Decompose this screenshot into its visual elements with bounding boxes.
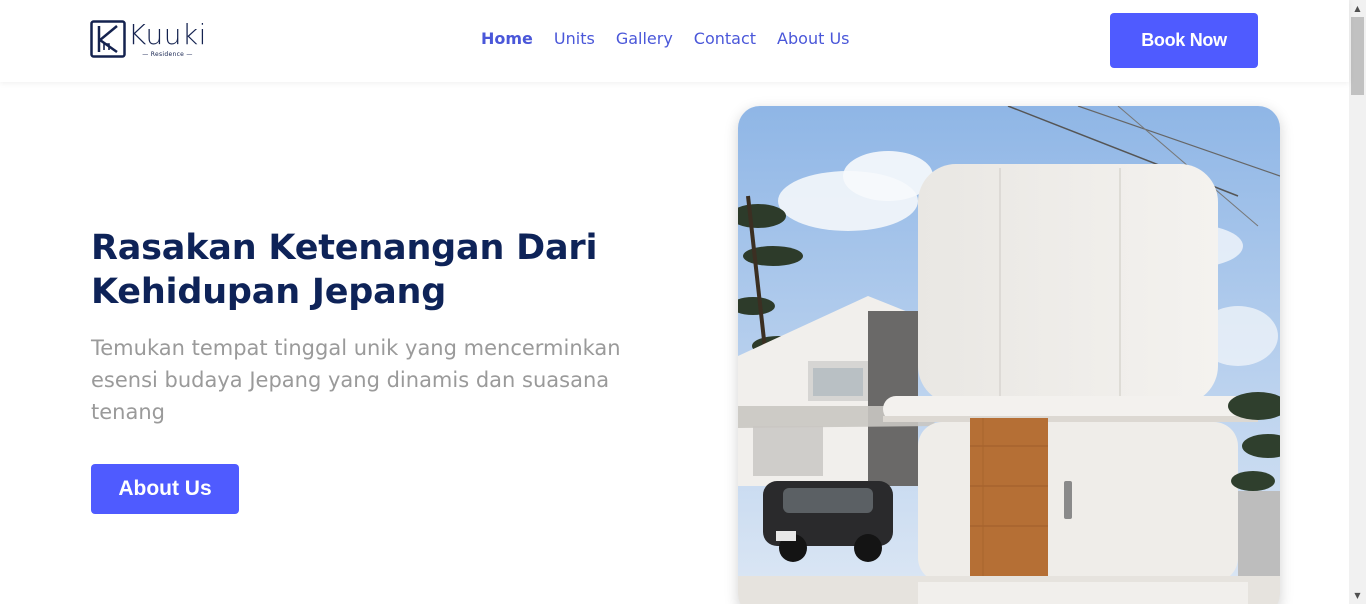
nav-item-home[interactable]: Home: [481, 29, 533, 49]
brand-tagline: — Residence —: [142, 51, 193, 58]
k-logo-icon: [90, 20, 126, 58]
book-now-button[interactable]: Book Now: [1110, 13, 1258, 68]
scroll-up-arrow-icon[interactable]: ▲: [1349, 0, 1366, 17]
brand-tagline-text: Residence: [150, 51, 185, 58]
brand-logo[interactable]: Kuuki — Residence —: [90, 20, 207, 60]
brand-text: Kuuki — Residence —: [128, 18, 207, 59]
hero-house-image: [738, 106, 1280, 604]
hero-description: Temukan tempat tinggal unik yang mencerm…: [91, 336, 621, 424]
nav-item-about-us[interactable]: About Us: [777, 29, 849, 49]
hero-title: Rasakan Ketenangan Dari Kehidupan Jepang: [91, 228, 598, 312]
nav-item-units[interactable]: Units: [554, 29, 595, 49]
about-us-button[interactable]: About Us: [91, 464, 239, 514]
site-header: Kuuki — Residence — Home Units Gallery C…: [0, 0, 1349, 82]
brand-name: Kuuki: [128, 18, 207, 51]
nav-item-contact[interactable]: Contact: [694, 29, 756, 49]
scroll-down-arrow-icon[interactable]: ▼: [1349, 587, 1366, 604]
house-photo-illustration: [738, 106, 1280, 604]
nav-item-gallery[interactable]: Gallery: [616, 29, 673, 49]
scroll-thumb[interactable]: [1351, 17, 1364, 95]
main-nav: Home Units Gallery Contact About Us: [481, 29, 870, 49]
page-scrollbar[interactable]: ▲ ▼: [1349, 0, 1366, 604]
